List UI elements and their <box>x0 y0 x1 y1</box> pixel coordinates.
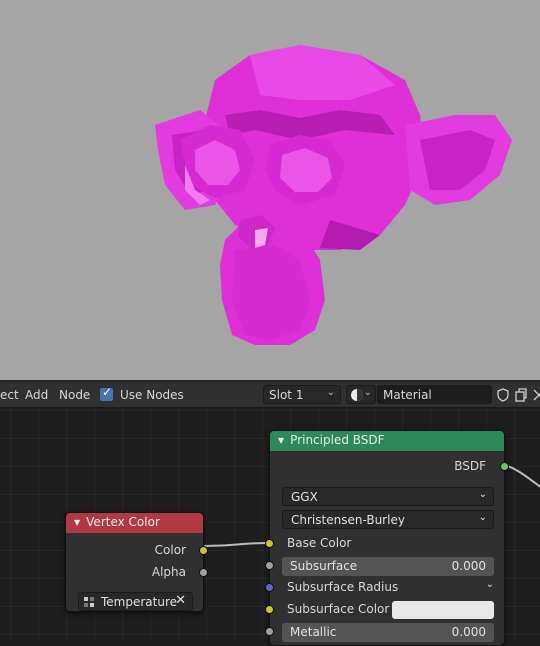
metallic-field[interactable]: Metallic 0.000 <box>282 623 494 642</box>
3d-viewport[interactable] <box>0 0 540 380</box>
material-sphere-icon <box>351 389 363 401</box>
menu-node[interactable]: Node <box>59 388 90 402</box>
alpha-output-label: Alpha <box>151 565 186 579</box>
metallic-socket[interactable] <box>265 627 274 636</box>
fake-user-shield-icon[interactable] <box>495 387 511 403</box>
node-title: Vertex Color <box>86 515 160 529</box>
subsurface-radius-socket[interactable] <box>265 583 274 592</box>
subsurface-method-dropdown[interactable]: Christensen-Burley ⌄ <box>282 510 494 529</box>
duplicate-material-icon[interactable] <box>513 387 529 403</box>
vertex-color-node[interactable]: ▼ Vertex Color Color Alpha Temperature ✕ <box>65 512 208 612</box>
chevron-down-icon: ⌄ <box>326 387 335 398</box>
checkmark-icon: ✓ <box>102 385 113 399</box>
unlink-material-icon[interactable] <box>531 387 540 403</box>
collapse-triangle-icon[interactable]: ▼ <box>74 518 80 527</box>
color-output-label: Color <box>154 543 186 557</box>
base-color-label: Base Color <box>287 536 352 550</box>
menu-add[interactable]: Add <box>25 388 48 402</box>
node-canvas[interactable]: ▼ Principled BSDF BSDF GGX ⌄ Christensen-… <box>0 408 540 646</box>
vertex-color-layer-icon <box>84 597 94 607</box>
distribution-value: GGX <box>291 490 318 504</box>
principled-bsdf-node[interactable]: ▼ Principled BSDF BSDF GGX ⌄ Christensen-… <box>265 430 509 646</box>
subsurface-color-swatch[interactable] <box>392 601 494 619</box>
subsurface-label: Subsurface <box>290 559 358 573</box>
collapse-triangle-icon[interactable]: ▼ <box>278 436 284 445</box>
bsdf-output-socket[interactable] <box>500 462 509 471</box>
slot-dropdown[interactable]: Slot 1 ⌄ <box>263 385 341 404</box>
chevron-down-icon: ⌄ <box>478 512 487 523</box>
subsurface-field[interactable]: Subsurface 0.000 <box>282 557 494 576</box>
chevron-down-icon: ⌄ <box>478 489 487 500</box>
metallic-value: 0.000 <box>451 625 486 639</box>
bsdf-output-label: BSDF <box>454 459 486 473</box>
color-layer-field[interactable]: Temperature ✕ <box>78 592 193 611</box>
distribution-dropdown[interactable]: GGX ⌄ <box>282 487 494 506</box>
material-name-field[interactable]: Material <box>377 385 492 404</box>
menu-select[interactable]: ect <box>0 388 19 402</box>
color-layer-value: Temperature <box>101 595 178 609</box>
material-browse-button[interactable]: ⌄ <box>346 385 376 404</box>
chevron-down-icon: ⌄ <box>363 387 372 398</box>
subsurface-method-value: Christensen-Burley <box>291 513 405 527</box>
subsurface-radius-label: Subsurface Radius <box>287 580 399 594</box>
base-color-socket[interactable] <box>265 539 274 548</box>
subsurface-color-label: Subsurface Color <box>287 602 390 616</box>
subsurface-color-socket[interactable] <box>265 605 274 614</box>
subsurface-value: 0.000 <box>451 559 486 573</box>
use-nodes-checkbox[interactable]: ✓ <box>100 385 113 401</box>
use-nodes-label: Use Nodes <box>120 388 184 402</box>
suzanne-mesh <box>155 45 512 345</box>
subsurface-socket[interactable] <box>265 561 274 570</box>
node-editor-header: ect Add Node ✓ Use Nodes Slot 1 ⌄ ⌄ Mate… <box>0 383 540 408</box>
slot-label: Slot 1 <box>269 388 304 402</box>
color-output-socket[interactable] <box>199 546 208 555</box>
node-title: Principled BSDF <box>290 433 385 447</box>
principled-bsdf-header[interactable]: ▼ Principled BSDF <box>270 431 504 451</box>
vertex-color-header[interactable]: ▼ Vertex Color <box>66 513 203 533</box>
metallic-label: Metallic <box>290 625 337 639</box>
material-name: Material <box>383 388 432 402</box>
chevron-down-icon[interactable]: ⌄ <box>486 579 494 590</box>
clear-x-icon[interactable]: ✕ <box>175 593 186 608</box>
alpha-output-socket[interactable] <box>199 568 208 577</box>
